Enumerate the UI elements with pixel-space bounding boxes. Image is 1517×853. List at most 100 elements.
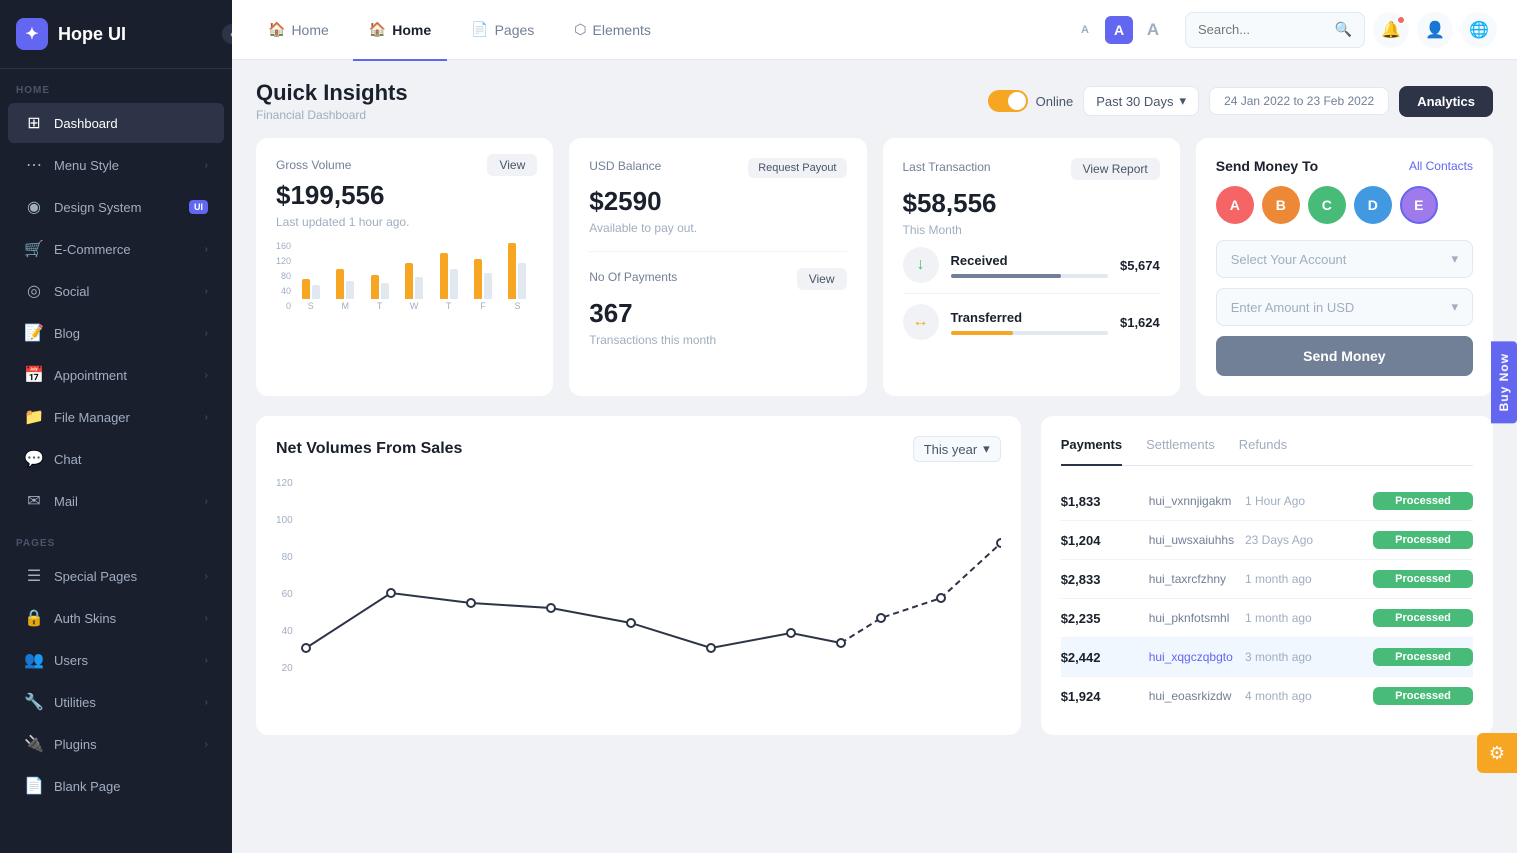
usd-balance-section: USD Balance Request Payout $2590 Availab… [589,158,846,235]
transferred-bar-fill [951,331,1014,335]
tab-payments[interactable]: Payments [1061,437,1122,466]
settings-fab[interactable]: ⚙ [1477,733,1517,773]
sidebar-item-label: Dashboard [54,116,208,131]
usd-balance-value: $2590 [589,186,846,217]
chat-icon: 💬 [24,449,44,469]
request-payout-button[interactable]: Request Payout [748,158,846,178]
payment-id: hui_vxnnjigakm [1149,494,1237,508]
sidebar-item-appointment[interactable]: 📅 Appointment › [8,355,224,395]
analytics-button[interactable]: Analytics [1399,86,1493,117]
home-section-label: HOME [0,69,232,102]
utilities-icon: 🔧 [24,692,44,712]
font-sizer: A A A [1071,16,1167,44]
send-money-button[interactable]: Send Money [1216,336,1473,376]
user-profile-button[interactable]: 👤 [1417,12,1453,48]
sidebar-item-social[interactable]: ◎ Social › [8,271,224,311]
sidebar-item-users[interactable]: 👥 Users › [8,640,224,680]
chevron-right-icon: › [205,697,208,708]
last-transaction-card: Last Transaction View Report $58,556 Thi… [883,138,1180,396]
sidebar-item-label: Blank Page [54,779,208,794]
sidebar-item-label: Mail [54,494,195,509]
table-row: $1,833 hui_vxnnjigakm 1 Hour Ago Process… [1061,482,1473,521]
view-report-button[interactable]: View Report [1071,158,1160,180]
amount-placeholder: Enter Amount in USD [1231,300,1355,315]
sidebar-item-plugins[interactable]: 🔌 Plugins › [8,724,224,764]
sidebar-item-mail[interactable]: ✉ Mail › [8,481,224,521]
send-money-title: Send Money To [1216,158,1318,174]
content-area: Quick Insights Financial Dashboard Onlin… [232,60,1517,853]
social-icon: ◎ [24,281,44,301]
section-title-block: Quick Insights Financial Dashboard [256,80,988,122]
select-account-dropdown[interactable]: Select Your Account ▾ [1216,240,1473,278]
status-badge: Processed [1373,570,1473,588]
buy-now-tab[interactable]: Buy Now [1491,341,1517,423]
payment-id: hui_uwsxaiuhhs [1149,533,1237,547]
period-chevron-icon: ▾ [1180,93,1187,109]
transferred-label: Transferred [951,310,1108,325]
year-chevron-icon: ▾ [983,441,990,457]
sidebar-item-blank-page[interactable]: 📄 Blank Page [8,766,224,806]
enter-amount-field[interactable]: Enter Amount in USD ▾ [1216,288,1473,326]
sidebar-item-chat[interactable]: 💬 Chat [8,439,224,479]
avatar-3[interactable]: C [1308,186,1346,224]
sidebar-item-dashboard[interactable]: ⊞ Dashboard [8,103,224,143]
payment-amount: $1,924 [1061,689,1141,704]
chevron-right-icon: › [205,655,208,666]
usd-balance-label: USD Balance [589,159,661,173]
tab-home-link[interactable]: 🏠 Home [252,1,345,61]
received-info: Received [951,253,1108,278]
sidebar-item-blog[interactable]: 📝 Blog › [8,313,224,353]
sidebar-item-ecommerce[interactable]: 🛒 E-Commerce › [8,229,224,269]
gross-volume-view-button[interactable]: View [487,154,537,176]
sidebar-item-auth-skins[interactable]: 🔒 Auth Skins › [8,598,224,638]
period-select[interactable]: Past 30 Days ▾ [1083,86,1199,116]
chevron-right-icon: › [205,739,208,750]
plugins-icon: 🔌 [24,734,44,754]
sidebar-item-label: Plugins [54,737,195,752]
search-bar[interactable]: 🔍 [1185,12,1365,48]
avatar-5[interactable]: E [1400,186,1438,224]
chevron-right-icon: › [205,286,208,297]
payment-time: 1 month ago [1245,572,1365,586]
special-pages-icon: ☰ [24,566,44,586]
sidebar-item-menu-style[interactable]: ⋯ Menu Style › [8,145,224,185]
year-select[interactable]: This year ▾ [913,436,1001,462]
blank-page-icon: 📄 [24,776,44,796]
all-contacts-button[interactable]: All Contacts [1409,159,1473,173]
usd-balance-sub: Available to pay out. [589,221,846,235]
no-payments-view-button[interactable]: View [797,268,847,290]
avatar-2[interactable]: B [1262,186,1300,224]
font-small-button[interactable]: A [1071,16,1099,44]
toggle-track[interactable] [988,90,1028,112]
sidebar: ✦ Hope UI ‹ HOME ⊞ Dashboard ⋯ Menu Styl… [0,0,232,853]
received-amount: $5,674 [1120,258,1160,273]
tab-elements[interactable]: ⬡ Elements [558,1,667,61]
avatar-4[interactable]: D [1354,186,1392,224]
tab-home-active[interactable]: 🏠 Home [353,1,447,61]
sidebar-item-design-system[interactable]: ◉ Design System UI [8,187,224,227]
sidebar-collapse-button[interactable]: ‹ [220,22,232,46]
tab-settlements[interactable]: Settlements [1146,437,1215,466]
sidebar-item-label: Social [54,284,195,299]
design-system-icon: ◉ [24,197,44,217]
tab-refunds[interactable]: Refunds [1239,437,1287,466]
sidebar-item-file-manager[interactable]: 📁 File Manager › [8,397,224,437]
notification-badge [1397,16,1405,24]
payment-time: 4 month ago [1245,689,1365,703]
language-button[interactable]: 🌐 [1461,12,1497,48]
avatar-1[interactable]: A [1216,186,1254,224]
font-large-button[interactable]: A [1139,16,1167,44]
notifications-button[interactable]: 🔔 [1373,12,1409,48]
received-row: ↓ Received $5,674 [903,237,1160,293]
search-input[interactable] [1198,22,1327,37]
net-volumes-chart: 12010080604020 [276,478,1001,678]
sidebar-item-special-pages[interactable]: ☰ Special Pages › [8,556,224,596]
tab-pages[interactable]: 📄 Pages [455,1,550,61]
sidebar-item-utilities[interactable]: 🔧 Utilities › [8,682,224,722]
payment-time: 1 month ago [1245,611,1365,625]
sidebar-item-label: File Manager [54,410,195,425]
sidebar-item-label: Auth Skins [54,611,195,626]
font-medium-button[interactable]: A [1105,16,1133,44]
online-toggle[interactable]: Online [988,90,1074,112]
pages-icon: 📄 [471,21,488,38]
